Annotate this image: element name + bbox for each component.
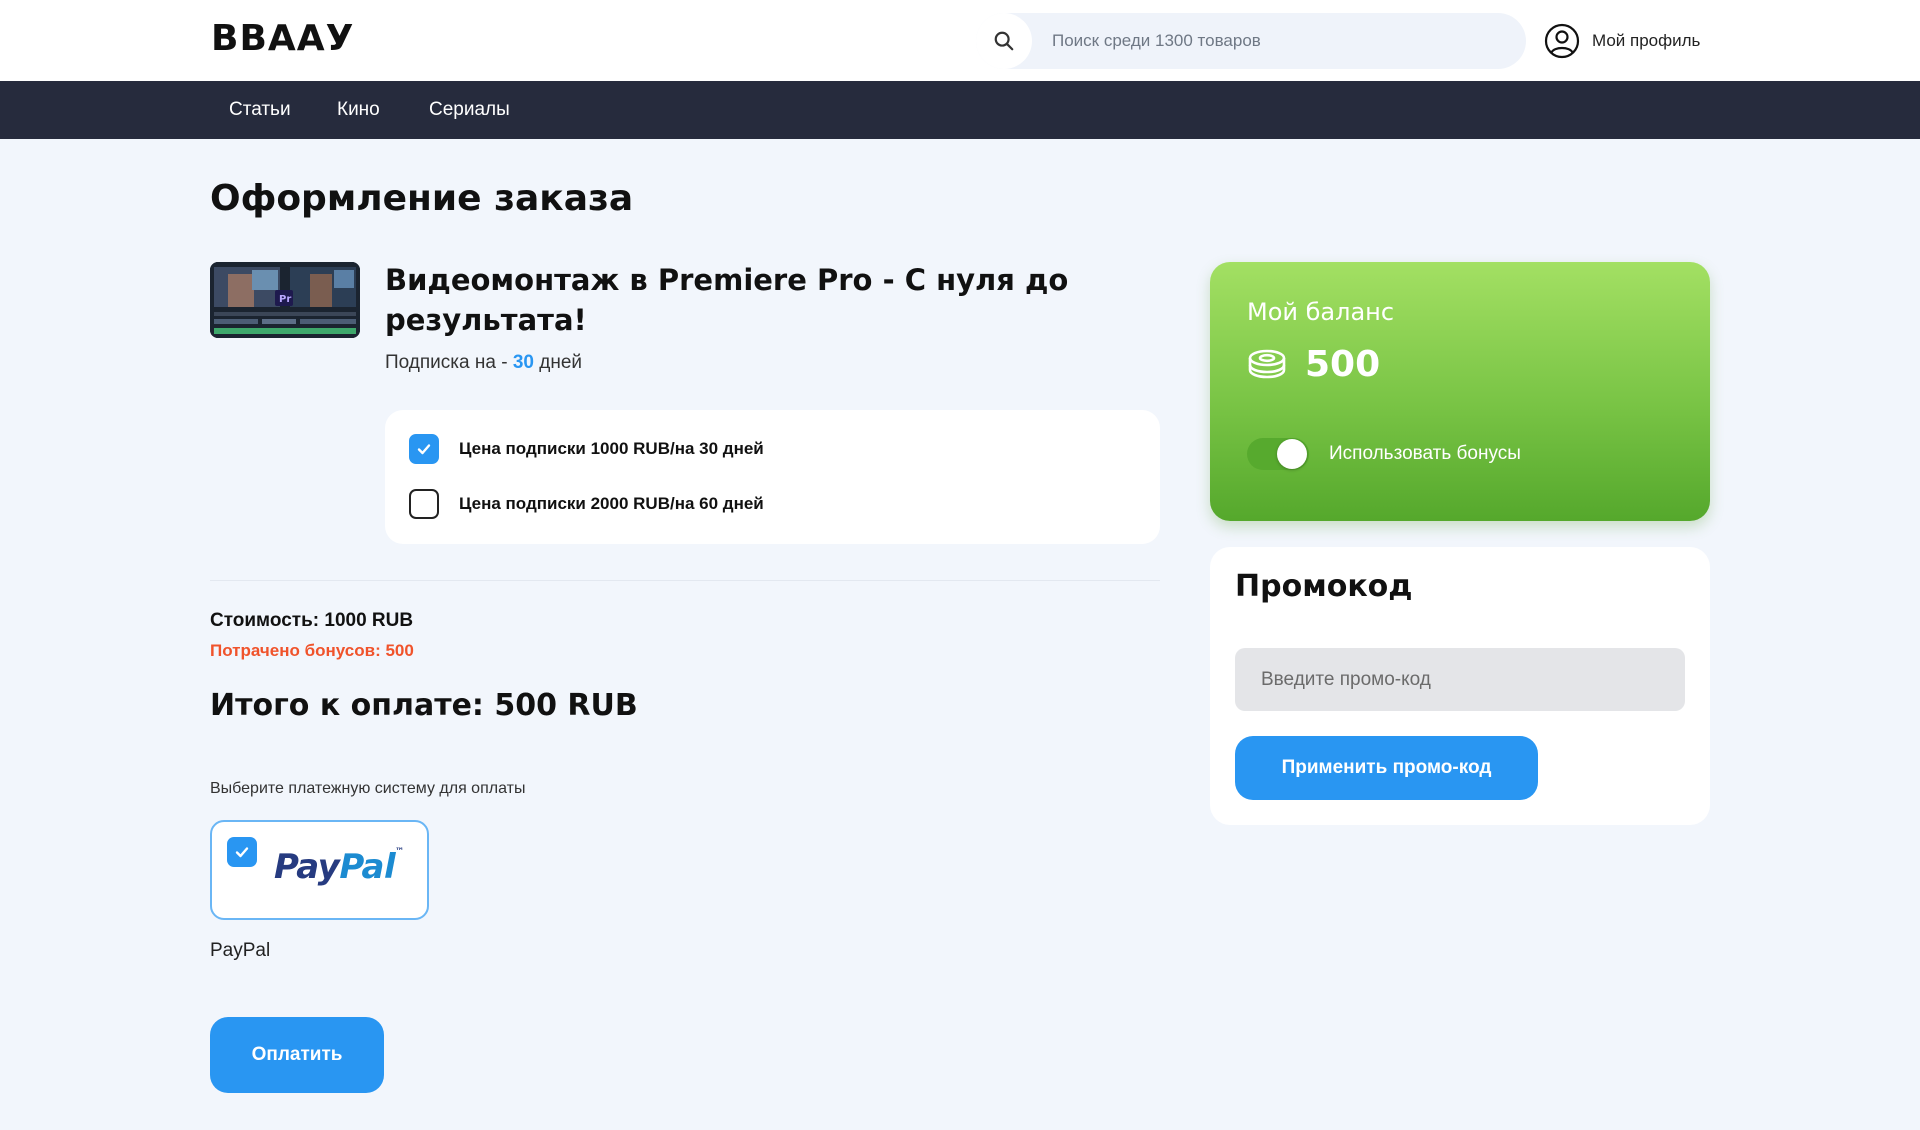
search-input[interactable]	[1052, 13, 1512, 69]
search-button[interactable]	[976, 13, 1032, 69]
top-header: ВВААУ Мой профиль	[0, 0, 1920, 81]
apply-promo-button[interactable]: Применить промо-код	[1235, 736, 1538, 800]
nav-item-articles[interactable]: Статьи	[229, 81, 291, 139]
page-title: Оформление заказа	[210, 178, 634, 219]
checkbox-unchecked[interactable]	[409, 489, 439, 519]
search-bar	[976, 13, 1526, 69]
user-circle-icon	[1544, 23, 1580, 59]
use-bonuses-label: Использовать бонусы	[1329, 443, 1521, 464]
payment-hint: Выберите платежную систему для оплаты	[210, 780, 526, 797]
checkbox-checked[interactable]	[409, 434, 439, 464]
profile-label: Мой профиль	[1592, 31, 1701, 50]
balance-label: Мой баланс	[1247, 298, 1395, 326]
subscription-suffix: дней	[533, 352, 583, 373]
plan-option-60-days[interactable]: Цена подписки 2000 RUB/на 60 дней	[409, 489, 764, 519]
divider	[210, 580, 1160, 581]
subscription-days: 30	[512, 352, 534, 373]
toggle-knob	[1277, 439, 1307, 469]
payment-selected-checkbox[interactable]	[227, 837, 257, 867]
product-thumbnail: Pr	[210, 262, 360, 338]
use-bonuses-row[interactable]: Использовать бонусы	[1247, 438, 1521, 470]
promo-title: Промокод	[1235, 569, 1413, 604]
paypal-logo-tm: ™	[395, 847, 404, 857]
checkmark-icon	[417, 444, 431, 455]
payment-method-paypal[interactable]: PayPal™	[210, 820, 429, 920]
promo-code-input[interactable]	[1235, 648, 1685, 711]
use-bonuses-toggle[interactable]	[1247, 438, 1309, 470]
plan-option-label: Цена подписки 1000 RUB/на 30 дней	[459, 439, 764, 458]
main-nav: Статьи Кино Сериалы	[0, 81, 1920, 139]
paypal-logo: PayPal™	[274, 847, 404, 887]
checkmark-icon	[235, 847, 249, 858]
payment-method-name: PayPal	[210, 940, 271, 961]
cost-line: Стоимость: 1000 RUB	[210, 610, 414, 631]
balance-amount: 500	[1305, 344, 1381, 385]
balance-card: Мой баланс 500 Использовать бонусы	[1210, 262, 1710, 521]
subscription-prefix: Подписка на -	[385, 352, 513, 373]
profile-link[interactable]: Мой профиль	[1544, 22, 1700, 60]
nav-item-series[interactable]: Сериалы	[429, 81, 510, 139]
plan-options: Цена подписки 1000 RUB/на 30 дней Цена п…	[385, 410, 1160, 544]
paypal-logo-pay: Pay	[274, 847, 340, 887]
total-to-pay: Итого к оплате: 500 RUB	[210, 688, 638, 723]
plan-option-30-days[interactable]: Цена подписки 1000 RUB/на 30 дней	[409, 434, 764, 464]
subscription-info: Подписка на - 30 дней	[385, 352, 582, 374]
bonuses-spent: Потрачено бонусов: 500	[210, 641, 414, 660]
plan-option-label: Цена подписки 2000 RUB/на 60 дней	[459, 494, 764, 513]
coins-icon	[1248, 349, 1286, 378]
nav-item-movies[interactable]: Кино	[337, 81, 380, 139]
premiere-badge: Pr	[279, 294, 291, 305]
search-icon	[994, 31, 1014, 51]
product-title: Видеомонтаж в Premiere Pro - С нуля до р…	[385, 263, 1069, 337]
paypal-logo-pal: Pal	[339, 847, 396, 887]
site-logo[interactable]: ВВААУ	[211, 18, 354, 59]
balance-amount-row: 500	[1247, 344, 1380, 385]
pay-button[interactable]: Оплатить	[210, 1017, 384, 1093]
promo-card: Промокод Применить промо-код	[1210, 547, 1710, 825]
